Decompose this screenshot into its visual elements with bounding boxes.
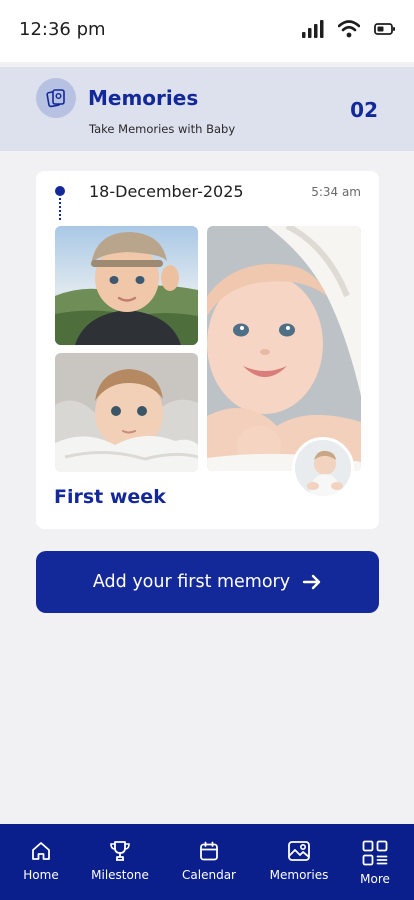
signal-icon — [302, 20, 324, 38]
nav-item-milestone[interactable]: Milestone — [88, 840, 152, 882]
baby-photo-smiling[interactable] — [207, 226, 361, 471]
timeline-line — [59, 198, 61, 220]
battery-icon — [374, 23, 395, 35]
bottom-nav: Home Milestone Calendar Memories More — [0, 824, 414, 900]
gallery-icon — [288, 841, 310, 861]
calendar-icon — [200, 841, 218, 861]
nav-item-memories[interactable]: Memories — [266, 840, 332, 882]
grid-icon — [362, 840, 388, 866]
timeline-dot — [55, 186, 65, 196]
nav-label-milestone: Milestone — [91, 868, 149, 882]
status-icons — [302, 20, 396, 38]
page-subtitle: Take Memories with Baby — [89, 122, 236, 136]
trophy-icon — [110, 841, 130, 861]
baby-photo-thumb[interactable] — [292, 437, 354, 499]
nav-label-memories: Memories — [269, 868, 329, 882]
status-time: 12:36 pm — [19, 19, 106, 40]
memory-time: 5:34 am — [311, 185, 361, 199]
wifi-icon — [338, 20, 360, 38]
add-memory-label: Add your first memory — [92, 572, 291, 592]
baby-photo-blanket[interactable] — [55, 353, 198, 472]
status-bar: 12:36 pm — [0, 0, 414, 62]
nav-item-calendar[interactable]: Calendar — [177, 840, 241, 882]
baby-photo-cap[interactable] — [55, 226, 198, 345]
nav-label-more: More — [360, 872, 390, 886]
memories-header: Memories Take Memories with Baby 02 — [0, 67, 414, 151]
home-icon — [32, 842, 50, 860]
arrow-right-icon — [302, 574, 321, 590]
nav-item-more[interactable]: More — [355, 840, 395, 886]
memory-caption: First week — [54, 486, 166, 508]
nav-item-home[interactable]: Home — [20, 840, 62, 882]
page-title: Memories — [88, 86, 199, 110]
nav-label-calendar: Calendar — [182, 868, 236, 882]
add-memory-button[interactable]: Add your first memory — [36, 551, 379, 613]
memories-count: 02 — [350, 98, 378, 122]
photo-album-icon — [36, 78, 76, 118]
memory-date: 18-December-2025 — [89, 182, 244, 201]
nav-label-home: Home — [23, 868, 59, 882]
memory-card[interactable]: 18-December-2025 5:34 am First week — [36, 171, 379, 529]
